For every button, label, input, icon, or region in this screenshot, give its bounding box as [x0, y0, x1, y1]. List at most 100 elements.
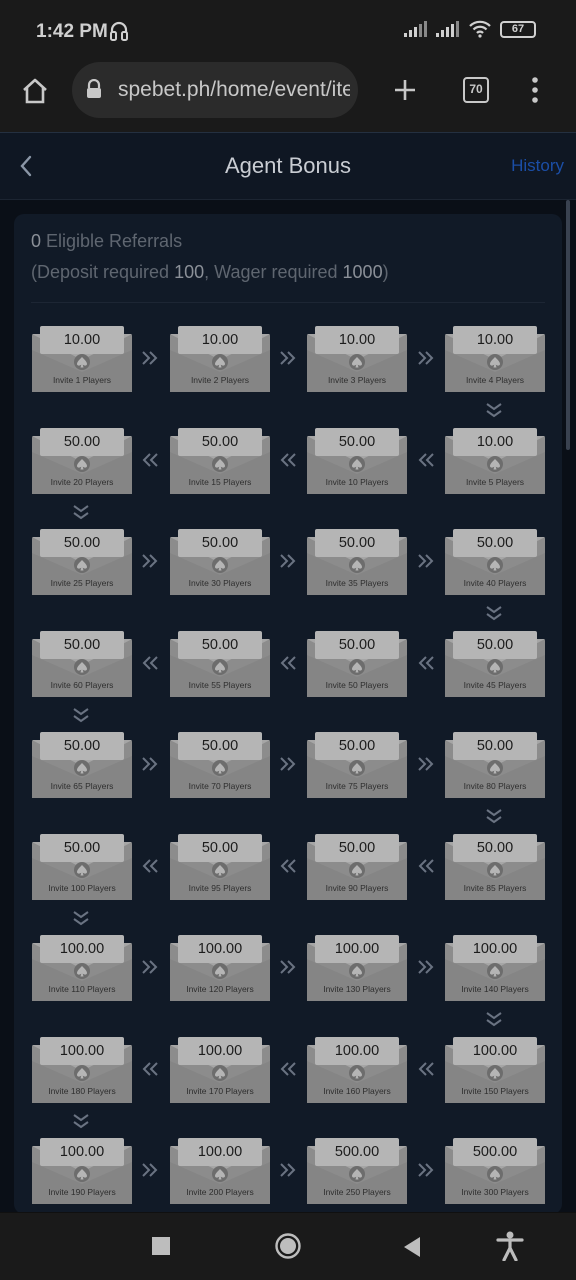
bonus-card[interactable]: 100.00 Invite 170 Players: [170, 1035, 270, 1103]
bonus-card[interactable]: 100.00 Invite 130 Players: [307, 933, 407, 1001]
bonus-amount: 50.00: [63, 738, 101, 754]
history-link[interactable]: History: [511, 156, 564, 176]
bonus-amount: 10.00: [201, 332, 239, 348]
bonus-card[interactable]: 50.00 Invite 65 Players: [32, 730, 132, 798]
bonus-card[interactable]: 50.00 Invite 25 Players: [32, 527, 132, 595]
bonus-amount: 100.00: [472, 1043, 518, 1059]
address-bar[interactable]: spebet.ph/home/event/ite: [72, 62, 358, 118]
bonus-requirement: Invite 1 Players: [52, 375, 112, 385]
status-bar: 1:42 PM 67: [0, 0, 576, 62]
bonus-requirement: Invite 10 Players: [325, 477, 389, 487]
bonus-card[interactable]: 50.00 Invite 70 Players: [170, 730, 270, 798]
bonus-card[interactable]: 50.00 Invite 55 Players: [170, 629, 270, 697]
bonus-card[interactable]: 50.00 Invite 90 Players: [307, 832, 407, 900]
bonus-card[interactable]: 100.00 Invite 200 Players: [170, 1136, 270, 1204]
bonus-requirement: Invite 35 Players: [325, 578, 389, 588]
battery-icon: 67: [500, 20, 536, 38]
accessibility-icon[interactable]: [496, 1231, 524, 1261]
bonus-card[interactable]: 50.00 Invite 60 Players: [32, 629, 132, 697]
bonus-card[interactable]: 10.00 Invite 4 Players: [445, 324, 545, 392]
eligible-label: Eligible Referrals: [41, 231, 183, 251]
tab-switcher-button[interactable]: 70: [463, 77, 489, 103]
bonus-card[interactable]: 50.00 Invite 20 Players: [32, 426, 132, 494]
page-title: Agent Bonus: [225, 153, 351, 178]
bonus-requirement: Invite 170 Players: [186, 1086, 254, 1096]
bonus-requirement: Invite 140 Players: [461, 984, 529, 994]
chevron-left-icon: [280, 656, 296, 670]
more-menu-icon[interactable]: [527, 76, 543, 104]
home-icon[interactable]: [20, 76, 50, 106]
bonus-requirement: Invite 2 Players: [190, 375, 250, 385]
bonus-card[interactable]: 100.00 Invite 110 Players: [32, 933, 132, 1001]
back-nav-icon[interactable]: [402, 1237, 422, 1257]
bonus-card[interactable]: 50.00 Invite 80 Players: [445, 730, 545, 798]
wager-required: 1000: [342, 262, 383, 282]
bonus-card[interactable]: 50.00 Invite 35 Players: [307, 527, 407, 595]
bonus-requirement: Invite 75 Players: [325, 781, 389, 791]
bonus-amount: 50.00: [201, 535, 239, 551]
bonus-card[interactable]: 500.00 Invite 250 Players: [307, 1136, 407, 1204]
bonus-requirement: Invite 95 Players: [188, 883, 252, 893]
eligible-count: 0: [31, 231, 42, 251]
requirements-text: (Deposit required 100, Wager required 10…: [31, 262, 389, 283]
bonus-card[interactable]: 10.00 Invite 3 Players: [307, 324, 407, 392]
bonus-requirement: Invite 200 Players: [186, 1187, 254, 1197]
url-text: spebet.ph/home/event/ite: [118, 78, 350, 101]
chevron-right-icon: [418, 757, 434, 771]
bonus-requirement: Invite 20 Players: [50, 477, 114, 487]
bonus-card[interactable]: 100.00 Invite 190 Players: [32, 1136, 132, 1204]
req-suffix: ): [382, 262, 389, 282]
bonus-amount: 10.00: [476, 434, 514, 450]
scrollbar[interactable]: [566, 200, 570, 450]
bonus-amount: 50.00: [338, 637, 376, 653]
bonus-card[interactable]: 100.00 Invite 120 Players: [170, 933, 270, 1001]
bonus-card[interactable]: 50.00 Invite 30 Players: [170, 527, 270, 595]
bonus-amount: 100.00: [334, 941, 380, 957]
recents-icon[interactable]: [152, 1237, 170, 1255]
chevron-left-icon: [418, 859, 434, 873]
bonus-card[interactable]: 500.00 Invite 300 Players: [445, 1136, 545, 1204]
bonus-card[interactable]: 50.00 Invite 10 Players: [307, 426, 407, 494]
bonus-amount: 10.00: [338, 332, 376, 348]
divider: [31, 302, 545, 303]
bonus-requirement: Invite 15 Players: [188, 477, 252, 487]
bonus-card[interactable]: 50.00 Invite 75 Players: [307, 730, 407, 798]
bonus-card[interactable]: 100.00 Invite 180 Players: [32, 1035, 132, 1103]
bonus-amount: 50.00: [201, 434, 239, 450]
bonus-card[interactable]: 10.00 Invite 2 Players: [170, 324, 270, 392]
chevron-right-icon: [142, 554, 158, 568]
bonus-amount: 50.00: [63, 535, 101, 551]
app-header: Agent Bonus History: [0, 132, 576, 200]
chevron-left-icon: [142, 859, 158, 873]
lock-icon: [87, 79, 101, 98]
bonus-amount: 50.00: [338, 840, 376, 856]
bonus-card[interactable]: 50.00 Invite 50 Players: [307, 629, 407, 697]
bonus-card[interactable]: 10.00 Invite 1 Players: [32, 324, 132, 392]
bonus-amount: 50.00: [201, 840, 239, 856]
home-nav-icon[interactable]: [274, 1232, 302, 1260]
bonus-card[interactable]: 50.00 Invite 15 Players: [170, 426, 270, 494]
bonus-amount: 50.00: [476, 637, 514, 653]
new-tab-icon[interactable]: [393, 78, 417, 102]
chevron-down-icon: [73, 708, 89, 723]
bonus-card[interactable]: 50.00 Invite 95 Players: [170, 832, 270, 900]
bonus-card[interactable]: 50.00 Invite 85 Players: [445, 832, 545, 900]
deposit-required: 100: [174, 262, 205, 282]
bonus-card[interactable]: 100.00 Invite 150 Players: [445, 1035, 545, 1103]
bonus-amount: 100.00: [59, 941, 105, 957]
chevron-left-icon: [418, 656, 434, 670]
bonus-amount: 100.00: [472, 941, 518, 957]
bonus-card[interactable]: 10.00 Invite 5 Players: [445, 426, 545, 494]
bonus-card[interactable]: 100.00 Invite 140 Players: [445, 933, 545, 1001]
bonus-amount: 10.00: [476, 332, 514, 348]
bonus-card[interactable]: 50.00 Invite 45 Players: [445, 629, 545, 697]
chevron-right-icon: [142, 1163, 158, 1177]
chevron-left-icon: [280, 1062, 296, 1076]
bonus-card[interactable]: 50.00 Invite 100 Players: [32, 832, 132, 900]
bonus-amount: 100.00: [197, 1043, 243, 1059]
bonus-amount: 100.00: [59, 1043, 105, 1059]
bonus-amount: 50.00: [476, 840, 514, 856]
browser-toolbar: spebet.ph/home/event/ite 70: [0, 62, 576, 132]
bonus-card[interactable]: 50.00 Invite 40 Players: [445, 527, 545, 595]
bonus-card[interactable]: 100.00 Invite 160 Players: [307, 1035, 407, 1103]
